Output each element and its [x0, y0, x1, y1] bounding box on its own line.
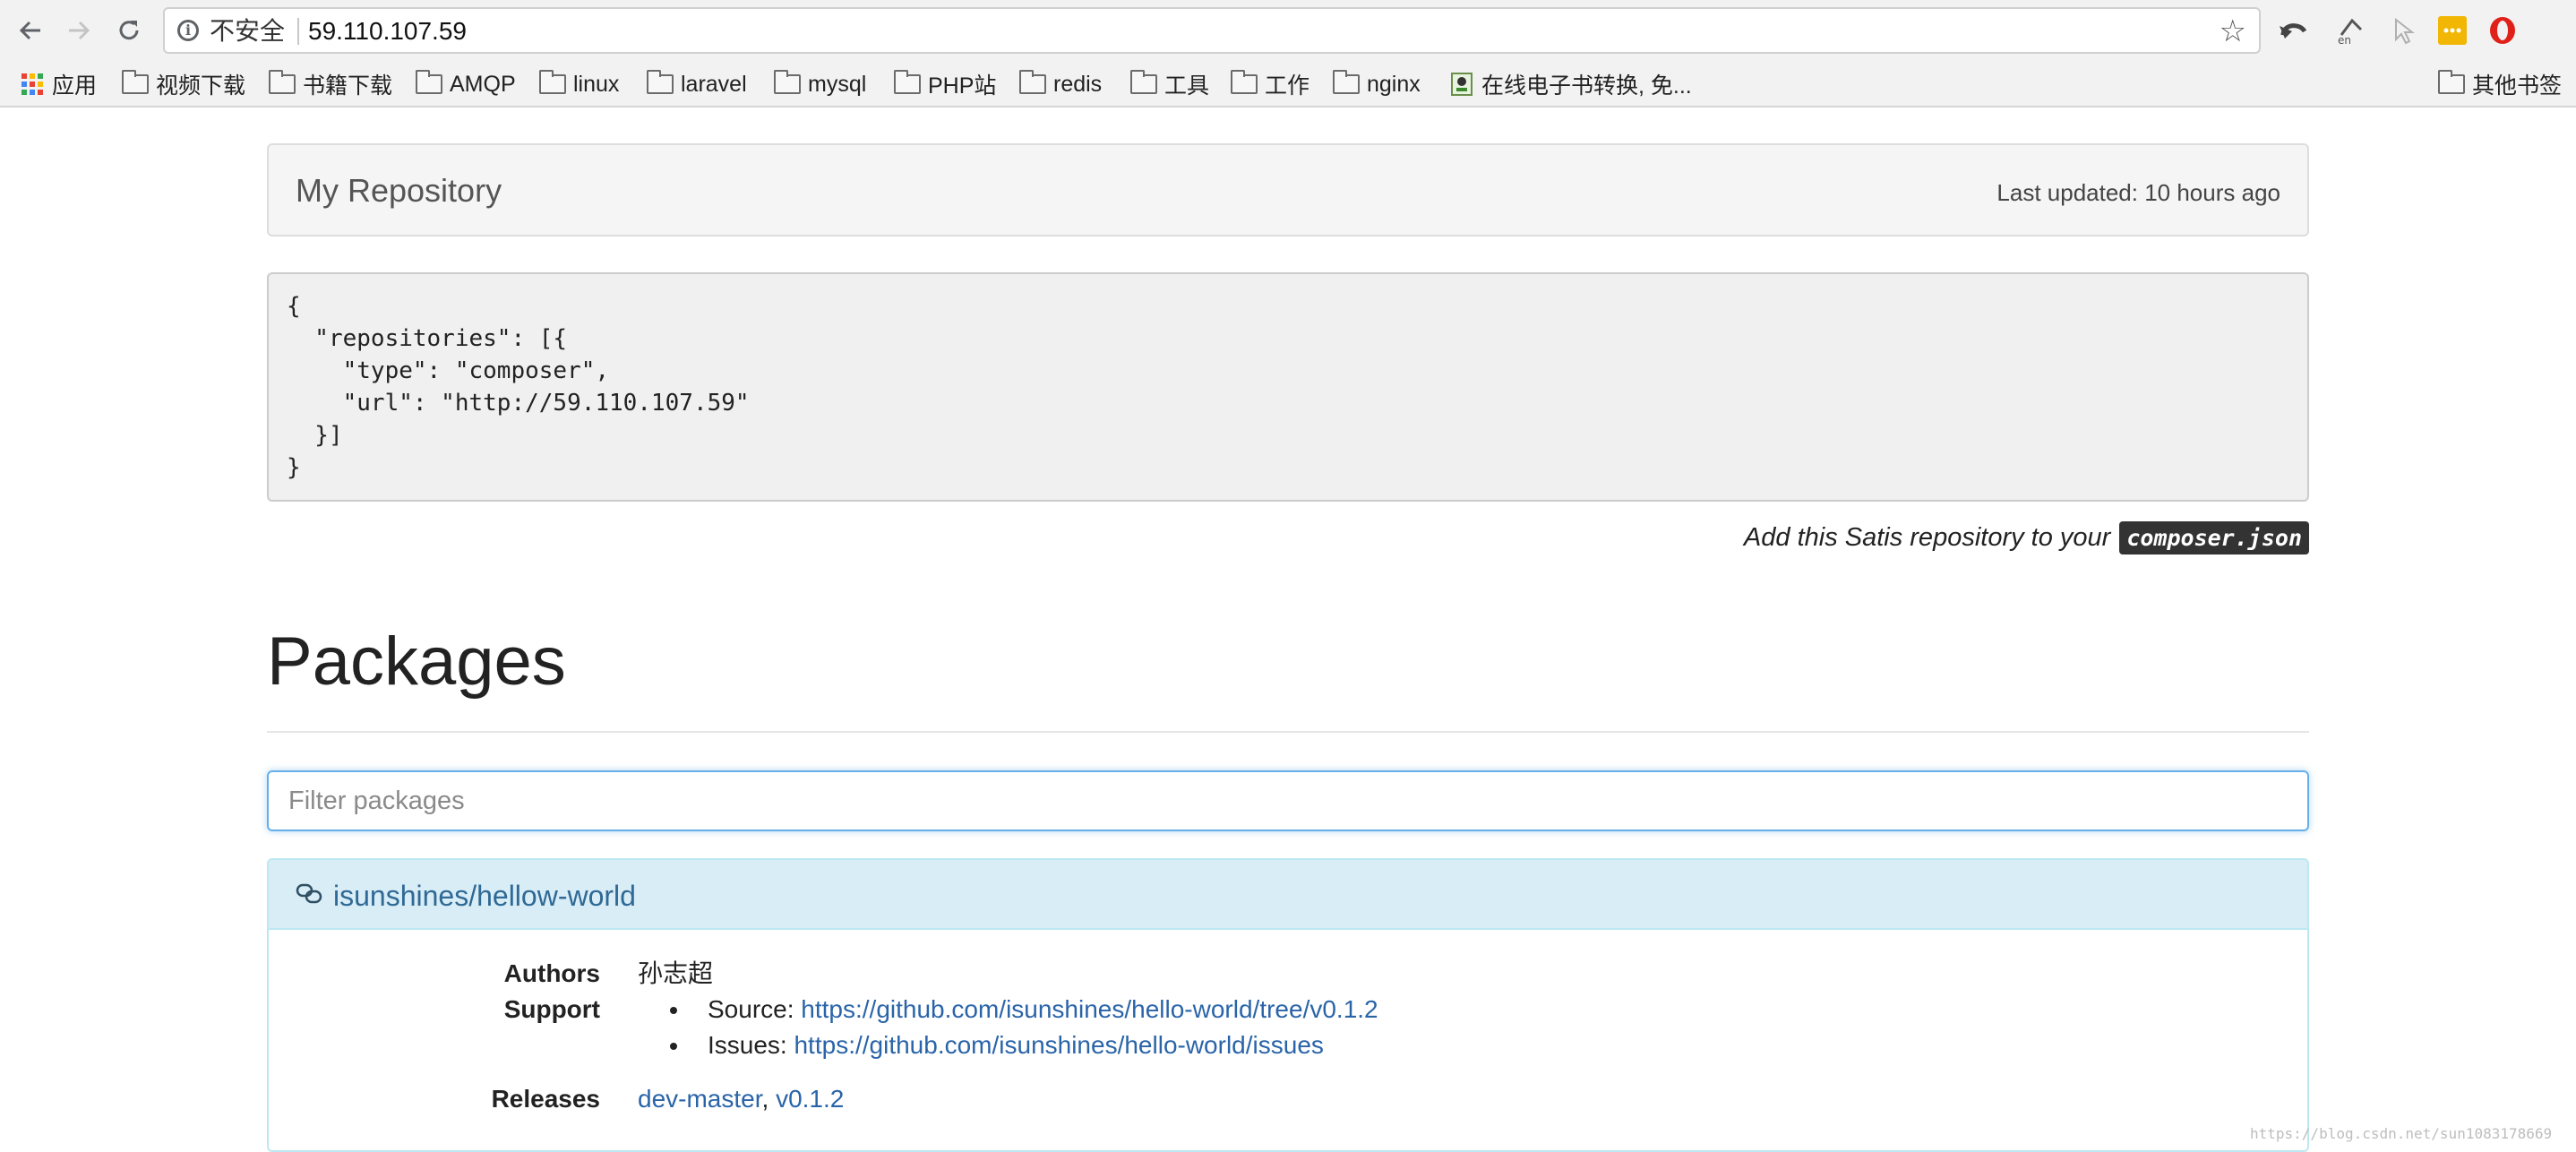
source-link[interactable]: https://github.com/isunshines/hello-worl… — [801, 995, 1378, 1023]
bookmark-star-icon[interactable]: ☆ — [2220, 14, 2246, 48]
folder-icon — [269, 70, 296, 94]
link-icon — [296, 883, 322, 904]
bookmarks-bar: 应用 视频下载 书籍下载 AMQP linux laravel mysql PH… — [0, 61, 2576, 107]
folder-icon — [1231, 70, 1258, 94]
bookmark-label: redis — [1053, 71, 1103, 97]
authors-value: 孙志超 — [638, 959, 714, 987]
bookmark-folder[interactable]: linux — [539, 68, 619, 100]
last-updated-text: Last updated: 10 hours ago — [1996, 179, 2280, 206]
releases-label: Releases — [491, 1085, 600, 1113]
omnibox-divider — [297, 18, 299, 45]
authors-label: Authors — [503, 959, 600, 987]
bookmark-folder[interactable]: 工具 — [1130, 68, 1209, 100]
folder-icon — [774, 70, 801, 94]
filter-packages-input[interactable] — [267, 770, 2309, 831]
bookmark-folder[interactable]: AMQP — [416, 68, 516, 100]
add-repository-note: Add this Satis repository to your compos… — [1744, 521, 2309, 555]
bookmark-folder[interactable]: 视频下载 — [122, 68, 245, 100]
folder-icon — [122, 70, 149, 94]
release-link[interactable]: dev-master — [638, 1085, 762, 1113]
bookmark-label: 工具 — [1164, 73, 1210, 99]
bookmark-apps[interactable]: 应用 — [21, 68, 97, 100]
bookmark-label: 工作 — [1265, 73, 1310, 99]
bookmark-folder[interactable]: nginx — [1333, 68, 1421, 100]
issues-link[interactable]: https://github.com/isunshines/hello-worl… — [794, 1031, 1323, 1059]
heading-divider — [267, 731, 2309, 733]
bookmark-label: AMQP — [450, 71, 516, 97]
bookmark-label: laravel — [681, 71, 747, 97]
info-icon[interactable]: i — [177, 20, 199, 41]
folder-icon — [647, 70, 674, 94]
folder-icon — [539, 70, 566, 94]
bookmark-other-folder[interactable]: 其他书签 — [2438, 68, 2562, 100]
bookmark-folder[interactable]: laravel — [647, 68, 747, 100]
releases-list: dev-master, v0.1.2 — [638, 1084, 844, 1114]
bookmark-folder[interactable]: 工作 — [1231, 68, 1309, 100]
extension-translate-icon[interactable]: en — [2334, 13, 2370, 48]
browser-toolbar: i 不安全 59.110.107.59 ☆ en — [0, 0, 2576, 61]
page-title: My Repository — [296, 172, 502, 209]
package-name-link[interactable]: isunshines/hellow-world — [333, 880, 636, 912]
arrow-right-icon — [69, 21, 90, 40]
bookmark-folder[interactable]: redis — [1019, 68, 1102, 100]
extension-undo-icon[interactable] — [2275, 13, 2311, 48]
bookmark-label: 在线电子书转换, 免... — [1481, 73, 1692, 99]
add-note-text: Add this Satis repository to your — [1743, 523, 2111, 552]
folder-icon — [1019, 70, 1046, 94]
bookmark-label: PHP站 — [928, 73, 997, 99]
composer-json-filename: composer.json — [2119, 521, 2309, 555]
repository-config-code: { "repositories": [{ "type": "composer",… — [267, 272, 2309, 502]
back-button[interactable] — [11, 11, 50, 50]
security-label[interactable]: 不安全 — [210, 18, 285, 45]
watermark-text: https://blog.csdn.net/sun1083178669 — [2250, 1125, 2553, 1142]
bookmark-label: 应用 — [52, 73, 98, 99]
repository-header: My Repository Last updated: 10 hours ago — [267, 143, 2309, 236]
address-bar[interactable]: i 不安全 59.110.107.59 ☆ — [163, 7, 2261, 54]
folder-icon — [1333, 70, 1360, 94]
page-favicon-icon — [1451, 73, 1473, 96]
extension-cursor-icon[interactable] — [2386, 13, 2422, 48]
url-text[interactable]: 59.110.107.59 — [308, 18, 467, 45]
packages-heading: Packages — [267, 623, 566, 700]
bookmark-label: 书籍下载 — [303, 73, 393, 99]
release-separator: , — [761, 1085, 769, 1113]
source-label: Source: — [708, 995, 794, 1023]
bookmark-folder[interactable]: mysql — [774, 68, 866, 100]
reload-button[interactable] — [109, 11, 149, 50]
bookmark-folder[interactable]: 书籍下载 — [269, 68, 392, 100]
release-link[interactable]: v0.1.2 — [776, 1085, 844, 1113]
bookmark-folder[interactable]: PHP站 — [894, 68, 996, 100]
extension-opera-icon[interactable] — [2485, 13, 2520, 48]
package-heading: isunshines/hellow-world — [269, 860, 2307, 930]
package-panel: isunshines/hellow-world Authors 孙志超 Supp… — [267, 858, 2309, 1152]
folder-icon — [2438, 70, 2465, 94]
bookmark-label: 其他书签 — [2472, 73, 2563, 99]
apps-grid-icon — [21, 73, 43, 95]
extension-notes-icon[interactable] — [2434, 13, 2470, 48]
support-source-item: Source: https://github.com/isunshines/he… — [708, 994, 1378, 1025]
folder-icon — [1130, 70, 1157, 94]
folder-icon — [894, 70, 921, 94]
support-issues-item: Issues: https://github.com/isunshines/he… — [708, 1030, 1324, 1061]
bookmark-label: nginx — [1367, 71, 1421, 97]
bookmark-label: linux — [573, 71, 620, 97]
forward-button[interactable] — [59, 11, 99, 50]
reload-icon — [119, 21, 139, 40]
issues-label: Issues: — [708, 1031, 787, 1059]
bookmark-label: mysql — [808, 71, 867, 97]
svg-text:en: en — [2338, 34, 2351, 46]
arrow-left-icon — [19, 21, 40, 40]
folder-icon — [416, 70, 442, 94]
bookmark-label: 视频下载 — [156, 73, 246, 99]
support-label: Support — [503, 995, 600, 1023]
bookmark-ebook-converter[interactable]: 在线电子书转换, 免... — [1449, 68, 1692, 100]
list-bullet — [670, 1043, 677, 1050]
list-bullet — [670, 1007, 677, 1014]
